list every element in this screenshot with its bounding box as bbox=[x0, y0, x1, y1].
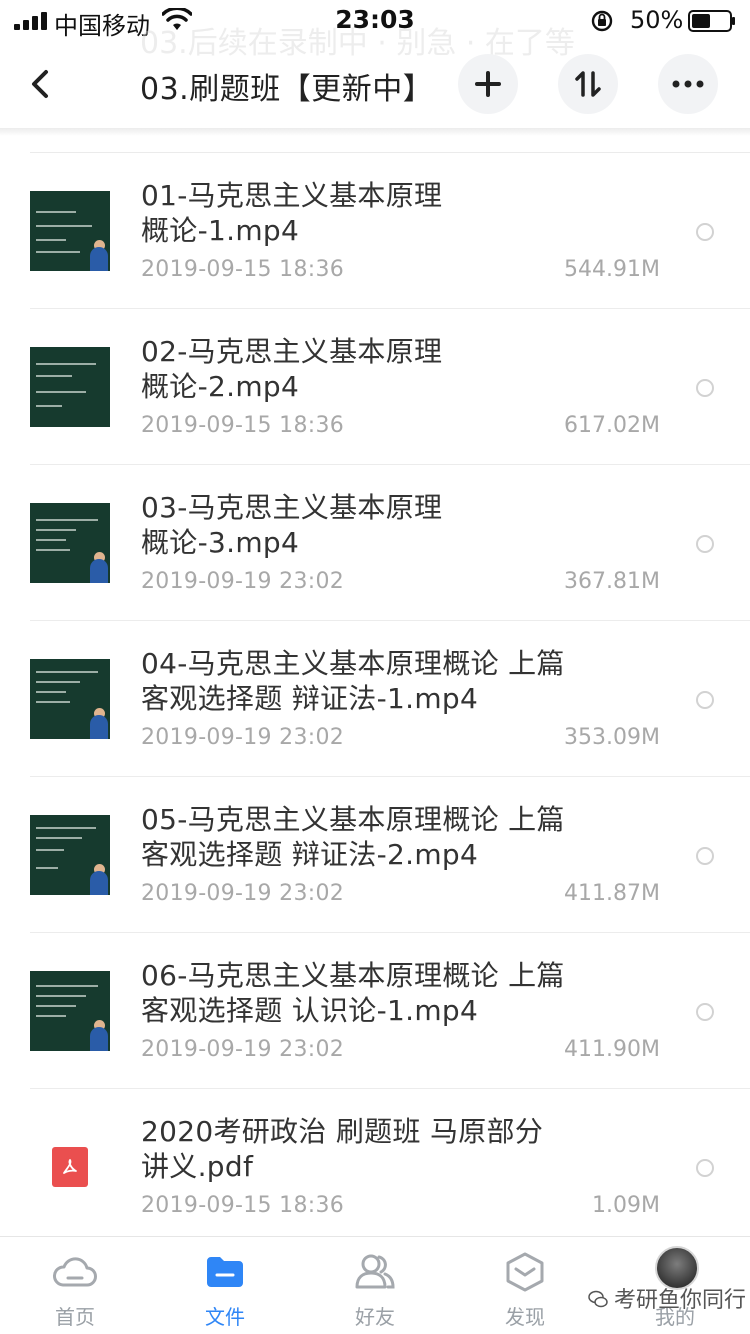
file-name: 06-马克思主义基本原理概论 上篇 客观选择题 认识论-1.mp4 bbox=[141, 959, 565, 1027]
file-name: 03-马克思主义基本原理 概论-3.mp4 bbox=[141, 491, 443, 559]
file-name: 04-马克思主义基本原理概论 上篇 客观选择题 辩证法-1.mp4 bbox=[141, 647, 565, 715]
file-name: 02-马克思主义基本原理 概论-2.mp4 bbox=[141, 335, 443, 403]
video-thumbnail bbox=[30, 503, 110, 583]
more-button[interactable] bbox=[658, 54, 718, 114]
page-title: 03.刷题班【更新中】 bbox=[140, 72, 434, 107]
select-radio[interactable] bbox=[696, 379, 714, 397]
file-size: 353.09M bbox=[564, 725, 660, 750]
file-size: 544.91M bbox=[564, 257, 660, 282]
tab-discover[interactable]: 发现 bbox=[450, 1237, 600, 1334]
watermark-text: 考研鱼你同行 bbox=[614, 1288, 747, 1313]
file-size: 411.87M bbox=[564, 881, 660, 906]
video-thumbnail bbox=[30, 815, 110, 895]
file-size: 367.81M bbox=[564, 569, 660, 594]
video-thumbnail bbox=[30, 659, 110, 739]
tab-label: 发现 bbox=[505, 1305, 545, 1329]
file-row[interactable]: 2020考研政治 刷题班 马原部分 讲义.pdf 2019-09-15 18:36… bbox=[0, 1089, 750, 1245]
nav-shadow bbox=[0, 128, 750, 136]
plus-icon bbox=[475, 71, 501, 97]
file-row[interactable]: 03-马克思主义基本原理 概论-3.mp4 2019-09-19 23:02 36… bbox=[0, 465, 750, 621]
tab-label: 首页 bbox=[55, 1305, 95, 1329]
select-radio[interactable] bbox=[696, 847, 714, 865]
select-radio[interactable] bbox=[696, 691, 714, 709]
file-name: 05-马克思主义基本原理概论 上篇 客观选择题 辩证法-2.mp4 bbox=[141, 803, 565, 871]
sort-button[interactable] bbox=[558, 54, 618, 114]
file-list: 01-马克思主义基本原理 概论-1.mp4 2019-09-15 18:36 54… bbox=[0, 153, 750, 1245]
select-radio[interactable] bbox=[696, 1159, 714, 1177]
wechat-icon bbox=[588, 1290, 608, 1308]
file-name: 01-马克思主义基本原理 概论-1.mp4 bbox=[141, 179, 443, 247]
video-thumbnail bbox=[30, 971, 110, 1051]
file-name: 2020考研政治 刷题班 马原部分 讲义.pdf bbox=[141, 1115, 544, 1183]
file-date: 2019-09-19 23:02 bbox=[141, 569, 345, 594]
file-date: 2019-09-19 23:02 bbox=[141, 881, 345, 906]
file-date: 2019-09-15 18:36 bbox=[141, 257, 345, 282]
select-radio[interactable] bbox=[696, 535, 714, 553]
file-row[interactable]: 06-马克思主义基本原理概论 上篇 客观选择题 认识论-1.mp4 2019-09… bbox=[0, 933, 750, 1089]
select-radio[interactable] bbox=[696, 1003, 714, 1021]
tab-label: 好友 bbox=[355, 1305, 395, 1329]
file-size: 617.02M bbox=[564, 413, 660, 438]
file-size: 1.09M bbox=[592, 1193, 660, 1218]
sort-icon bbox=[575, 71, 601, 97]
add-button[interactable] bbox=[458, 54, 518, 114]
friends-icon bbox=[355, 1254, 395, 1289]
file-row[interactable]: 02-马克思主义基本原理 概论-2.mp4 2019-09-15 18:36 61… bbox=[0, 309, 750, 465]
file-date: 2019-09-19 23:02 bbox=[141, 1037, 345, 1062]
file-date: 2019-09-19 23:02 bbox=[141, 725, 345, 750]
battery-percent: 50% bbox=[630, 6, 684, 34]
pdf-icon bbox=[52, 1147, 88, 1187]
battery-icon bbox=[688, 10, 735, 32]
file-row[interactable]: 01-马克思主义基本原理 概论-1.mp4 2019-09-15 18:36 54… bbox=[0, 153, 750, 309]
folder-icon bbox=[207, 1257, 243, 1287]
file-date: 2019-09-15 18:36 bbox=[141, 1193, 345, 1218]
video-thumbnail bbox=[30, 347, 110, 427]
discover-icon bbox=[506, 1252, 544, 1292]
file-date: 2019-09-15 18:36 bbox=[141, 413, 345, 438]
tab-files[interactable]: 文件 bbox=[150, 1237, 300, 1334]
file-row[interactable]: 04-马克思主义基本原理概论 上篇 客观选择题 辩证法-1.mp4 2019-09… bbox=[0, 621, 750, 777]
nav-bar: 03.刷题班【更新中】 bbox=[0, 40, 750, 128]
tab-label: 文件 bbox=[205, 1305, 245, 1329]
tab-home[interactable]: 首页 bbox=[0, 1237, 150, 1334]
select-radio[interactable] bbox=[696, 223, 714, 241]
tab-friends[interactable]: 好友 bbox=[300, 1237, 450, 1334]
file-row[interactable]: 05-马克思主义基本原理概论 上篇 客观选择题 辩证法-2.mp4 2019-09… bbox=[0, 777, 750, 933]
back-icon[interactable] bbox=[26, 64, 56, 104]
more-icon bbox=[672, 80, 704, 88]
rotation-lock-icon bbox=[591, 10, 613, 32]
video-thumbnail bbox=[30, 191, 110, 271]
file-size: 411.90M bbox=[564, 1037, 660, 1062]
cloud-icon bbox=[53, 1257, 97, 1287]
